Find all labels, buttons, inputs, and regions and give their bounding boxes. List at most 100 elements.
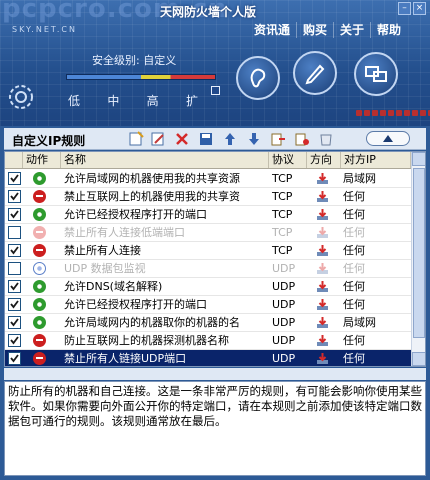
table-row[interactable]: UDP 数据包监视 UDP 任何 <box>5 260 411 278</box>
scroll-up-arrow[interactable] <box>412 152 425 166</box>
clear-rules-icon[interactable] <box>318 131 334 147</box>
allow-icon <box>33 280 46 293</box>
rule-direction-cell <box>307 224 339 241</box>
settings-gear-icon[interactable] <box>4 80 38 114</box>
security-level-knob[interactable] <box>211 86 220 95</box>
rules-title: 自定义IP规则 <box>12 134 86 148</box>
scroll-thumb[interactable] <box>413 168 425 338</box>
delete-rule-icon[interactable] <box>174 131 190 147</box>
rule-enabled-cell <box>5 170 23 187</box>
monitor-button[interactable] <box>236 56 280 100</box>
security-level-labels: 低 中 高 扩 <box>68 92 198 109</box>
rule-enabled-cell <box>5 188 23 205</box>
rule-enabled-checkbox[interactable] <box>8 226 21 239</box>
rule-enabled-checkbox[interactable] <box>8 244 21 257</box>
rule-enabled-cell <box>5 314 23 331</box>
inbound-arrow-icon <box>317 173 328 184</box>
scroll-down-arrow[interactable] <box>412 352 425 366</box>
rules-table: 动作 名称 协议 方向 对方IP 允许局域网的机器使用我的共享资源 TCP 局域网禁… <box>4 151 426 367</box>
rule-direction-cell <box>307 170 339 187</box>
inbound-arrow-icon <box>317 335 328 346</box>
inbound-arrow-icon <box>317 245 328 256</box>
edit-rule-icon[interactable] <box>150 131 166 147</box>
add-rule-icon[interactable] <box>128 131 144 147</box>
vertical-scrollbar[interactable] <box>411 152 425 366</box>
level-extended[interactable]: 扩 <box>186 92 198 109</box>
move-down-icon[interactable] <box>246 131 262 147</box>
rules-edit-button[interactable] <box>293 51 337 95</box>
rule-action-cell <box>27 260 59 277</box>
table-row[interactable]: 允许局域网内的机器取你的机器的名 UDP 局域网 <box>5 314 411 332</box>
allow-icon <box>33 262 46 275</box>
rule-enabled-checkbox[interactable] <box>8 172 21 185</box>
pen-icon <box>305 64 325 85</box>
table-row[interactable]: 允许局域网的机器使用我的共享资源 TCP 局域网 <box>5 170 411 188</box>
rule-direction-cell <box>307 260 339 277</box>
allow-icon <box>33 298 46 311</box>
save-icon[interactable] <box>198 131 214 147</box>
level-medium[interactable]: 中 <box>107 92 119 109</box>
header-action[interactable]: 动作 <box>23 152 61 168</box>
menu-news[interactable]: 资讯通 <box>248 22 298 38</box>
move-up-icon[interactable] <box>222 131 238 147</box>
level-high[interactable]: 高 <box>147 92 159 109</box>
rule-enabled-cell <box>5 278 23 295</box>
checkmark-icon <box>10 354 19 363</box>
rule-enabled-checkbox[interactable] <box>8 190 21 203</box>
collapse-button[interactable] <box>366 131 410 146</box>
allow-icon <box>33 208 46 221</box>
table-row[interactable]: 禁止所有人链接UDP端口 UDP 任何 <box>5 350 411 366</box>
menu-help[interactable]: 帮助 <box>371 22 407 38</box>
checkmark-icon <box>10 192 19 201</box>
menu-buy[interactable]: 购买 <box>297 22 335 38</box>
network-status-button[interactable] <box>354 52 398 96</box>
table-row[interactable]: 防止互联网上的机器探测机器名称 UDP 任何 <box>5 332 411 350</box>
level-low[interactable]: 低 <box>68 92 80 109</box>
rule-name: 禁止所有人链接UDP端口 <box>64 352 187 365</box>
rule-enabled-checkbox[interactable] <box>8 334 21 347</box>
rule-enabled-cell <box>5 296 23 313</box>
security-level-track[interactable] <box>66 74 216 80</box>
table-row[interactable]: 禁止互联网上的机器使用我的共享资 TCP 任何 <box>5 188 411 206</box>
rule-protocol: TCP <box>272 244 293 257</box>
rule-enabled-checkbox[interactable] <box>8 298 21 311</box>
export-rules-icon[interactable] <box>294 131 310 147</box>
logo-text: SKY.NET.CN <box>12 25 77 34</box>
header-remote-ip[interactable]: 对方IP <box>341 152 411 168</box>
import-rules-icon[interactable] <box>270 131 286 147</box>
rule-remote-ip: 任何 <box>343 334 365 347</box>
rule-protocol: TCP <box>272 208 293 221</box>
rule-enabled-cell <box>5 260 23 277</box>
inbound-arrow-icon <box>317 281 328 292</box>
table-row[interactable]: 禁止所有人连接低端端口 TCP 任何 <box>5 224 411 242</box>
minimize-button[interactable]: – <box>398 2 411 15</box>
table-row[interactable]: 允许已经授权程序打开的端口 UDP 任何 <box>5 296 411 314</box>
rule-enabled-checkbox[interactable] <box>8 280 21 293</box>
activity-indicator <box>356 110 430 116</box>
header-direction[interactable]: 方向 <box>307 152 341 168</box>
allow-icon <box>33 172 46 185</box>
table-row[interactable]: 允许DNS(域名解释) UDP 任何 <box>5 278 411 296</box>
table-row[interactable]: 允许已经授权程序打开的端口 TCP 任何 <box>5 206 411 224</box>
header-protocol[interactable]: 协议 <box>269 152 307 168</box>
rule-direction-cell <box>307 242 339 259</box>
rule-name: 允许DNS(域名解释) <box>64 280 163 293</box>
network-monitor-icon <box>365 66 387 82</box>
header-name[interactable]: 名称 <box>61 152 269 168</box>
rule-enabled-checkbox[interactable] <box>8 352 21 365</box>
rule-enabled-checkbox[interactable] <box>8 262 21 275</box>
window-controls: – × <box>398 2 426 15</box>
rule-enabled-checkbox[interactable] <box>8 208 21 221</box>
close-button[interactable]: × <box>413 2 426 15</box>
rule-remote-ip: 任何 <box>343 298 365 311</box>
table-row[interactable]: 禁止所有人连接 TCP 任何 <box>5 242 411 260</box>
menu-about[interactable]: 关于 <box>334 22 372 38</box>
block-icon <box>33 226 46 239</box>
rule-remote-ip: 任何 <box>343 190 365 203</box>
rule-action-cell <box>27 314 59 331</box>
rule-enabled-checkbox[interactable] <box>8 316 21 329</box>
inbound-arrow-icon <box>317 317 328 328</box>
app-title: 天网防火墙个人版 <box>160 5 257 19</box>
rule-protocol: TCP <box>272 190 293 203</box>
checkmark-icon <box>10 336 19 345</box>
